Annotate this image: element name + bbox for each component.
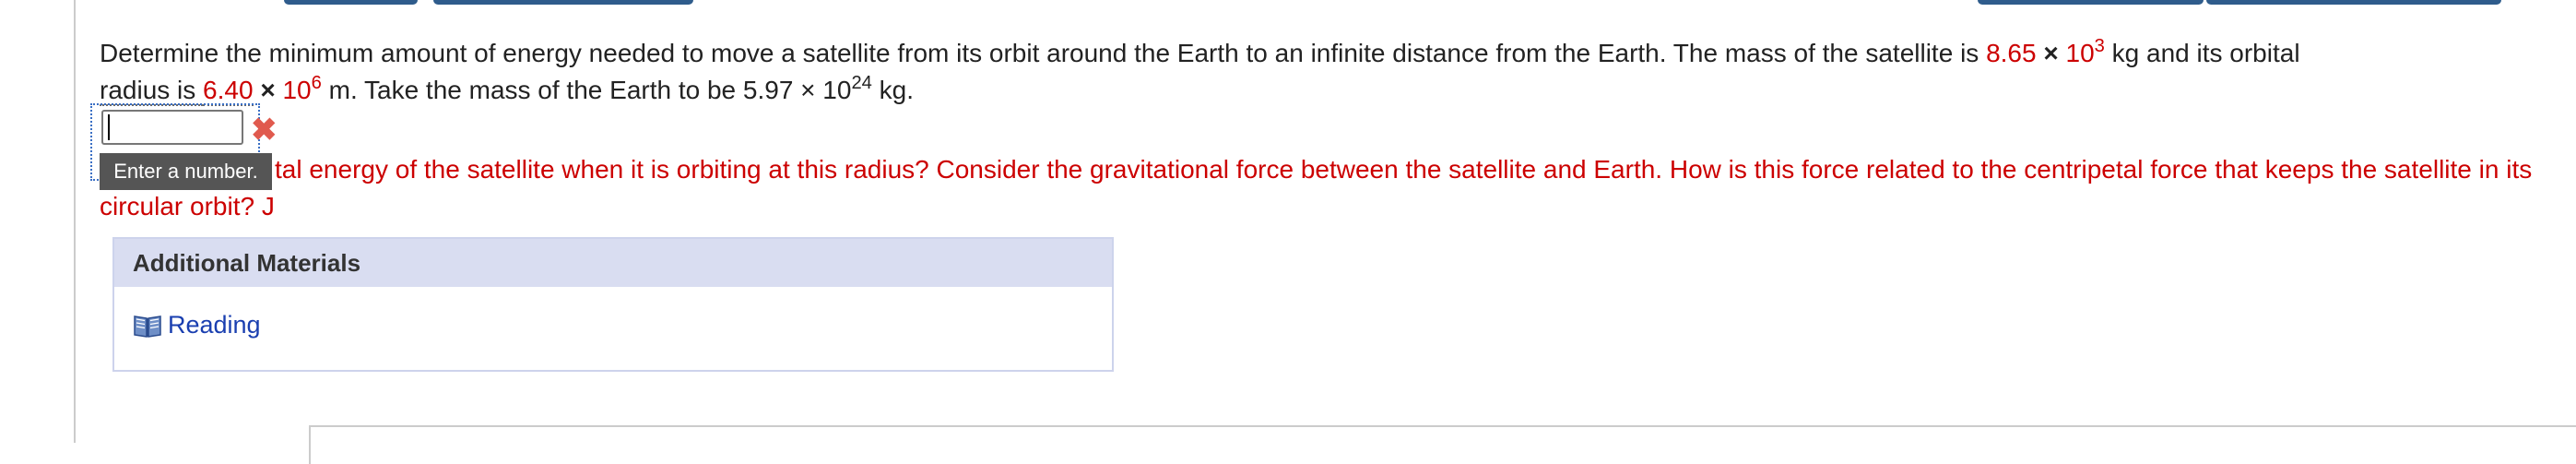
earth-mass-exponent: 24 [851,72,872,93]
radius-label: radius is [100,76,204,106]
question-text-part: Determine the minimum amount of energy n… [100,39,1987,67]
additional-materials-panel: Additional Materials Reading [112,237,1114,372]
mass-power: 103 [2065,35,2105,67]
hint-text: tal energy of the satellite when it is o… [100,155,2533,220]
answer-input[interactable] [101,110,243,145]
orbital-radius: 6.40 [203,76,254,106]
left-border [74,0,76,443]
top-tab-1[interactable] [284,0,418,5]
text-cursor [108,114,110,140]
book-icon [134,315,161,338]
question-text-part: m. Take the mass of the Earth to be 5.97… [321,76,852,104]
top-tab-3[interactable] [1978,0,2204,5]
question-text: Determine the minimum amount of energy n… [100,35,2534,109]
times-sign: × [260,76,276,104]
satellite-mass: 8.65 [1986,39,2037,67]
top-tab-4[interactable] [2206,0,2501,5]
times-sign: × [2043,39,2059,67]
reading-item[interactable]: Reading [133,311,261,339]
reading-link[interactable]: Reading [168,311,261,339]
additional-materials-title: Additional Materials [114,239,1112,287]
top-tab-2[interactable] [433,0,693,5]
incorrect-icon: ✖ [251,113,278,148]
radius-power: 106 [282,72,322,104]
question-text-part: kg and its orbital [2104,39,2300,67]
question-text-part: kg. [871,76,915,104]
enter-number-tooltip: Enter a number. [100,153,272,190]
next-panel-edge [309,425,2576,464]
